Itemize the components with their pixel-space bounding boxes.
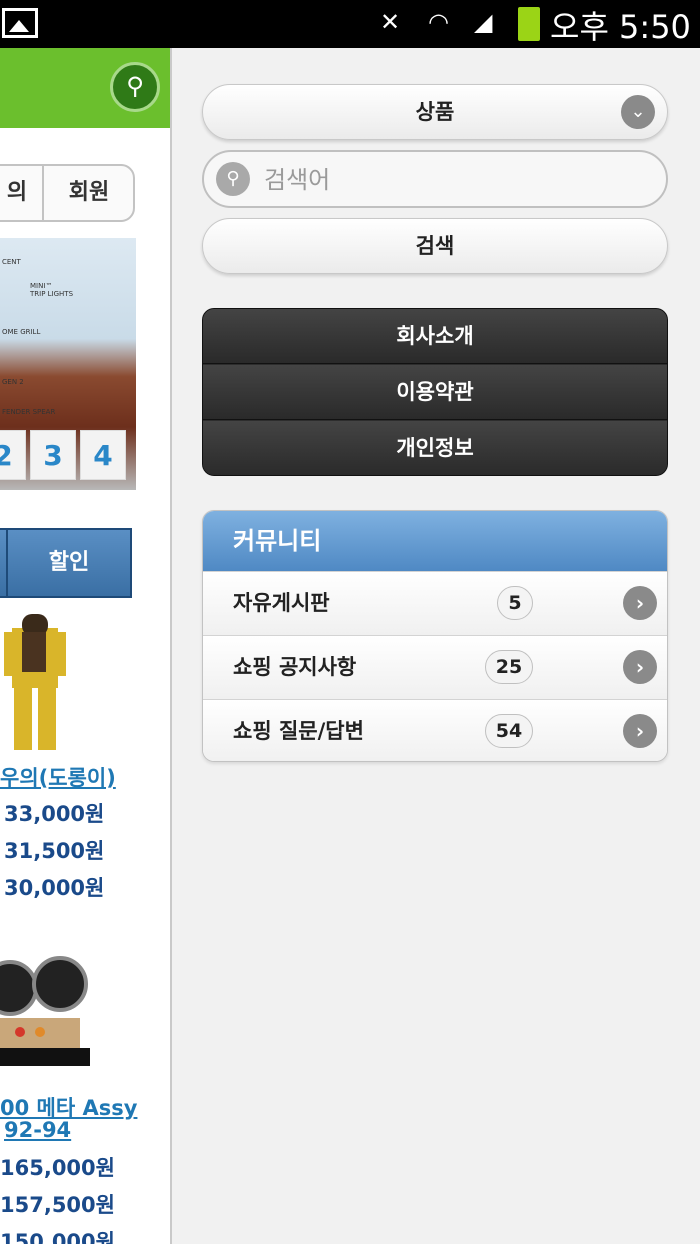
- mute-vibrate-icon: ✕: [380, 8, 401, 36]
- side-panel: 상품 ⌄ ⚲ 검색 회사소개 이용약관 개인정보 커뮤니티 자유게시판 5 › …: [172, 48, 700, 1244]
- search-field: ⚲: [202, 150, 668, 208]
- info-menu: 회사소개 이용약관 개인정보: [202, 308, 668, 476]
- product-image-raincoat[interactable]: [0, 608, 110, 758]
- community-item-label: 자유게시판: [233, 591, 330, 615]
- discount-button[interactable]: 할인: [6, 528, 132, 598]
- banner-text: MINI™: [30, 282, 53, 290]
- tab-member[interactable]: 회원: [44, 166, 134, 220]
- community-title: 커뮤니티: [203, 511, 667, 571]
- menu-item-privacy[interactable]: 개인정보: [203, 421, 667, 475]
- community-item-notice[interactable]: 쇼핑 공지사항 25 ›: [203, 635, 667, 699]
- product-link-line2[interactable]: 92-94: [4, 1118, 71, 1142]
- community-item-qna[interactable]: 쇼핑 질문/답변 54 ›: [203, 699, 667, 761]
- community-item-free-board[interactable]: 자유게시판 5 ›: [203, 571, 667, 635]
- chevron-right-icon: ›: [623, 586, 657, 620]
- wifi-icon: ◠: [428, 8, 449, 36]
- status-time: 오후 5:50: [550, 8, 691, 46]
- pager-button-2[interactable]: 2: [0, 430, 26, 480]
- status-bar: ✕ ◠ ◢ 오후 5:50: [0, 0, 700, 48]
- product-image-meter[interactable]: [0, 948, 100, 1078]
- category-select[interactable]: 상품 ⌄: [202, 84, 668, 140]
- product-price: 33,000원: [4, 802, 105, 826]
- pager-button-4[interactable]: 4: [80, 430, 126, 480]
- chevron-right-icon: ›: [623, 714, 657, 748]
- search-icon: ⚲: [216, 162, 250, 196]
- product-price: 30,000원: [4, 876, 105, 900]
- tab-partial[interactable]: 의: [0, 166, 44, 220]
- banner-text: FENDER SPEAR: [2, 408, 56, 416]
- banner-text: OME GRILL: [2, 328, 41, 336]
- search-button[interactable]: 검색: [202, 218, 668, 274]
- signal-icon: ◢: [474, 8, 493, 36]
- count-badge: 25: [485, 650, 533, 684]
- search-input[interactable]: [262, 158, 656, 202]
- banner-text: GEN 2: [2, 378, 24, 386]
- product-price: 150,000원: [0, 1230, 115, 1244]
- category-select-value: 상품: [415, 100, 455, 124]
- community-list: 커뮤니티 자유게시판 5 › 쇼핑 공지사항 25 › 쇼핑 질문/답변 54 …: [202, 510, 668, 762]
- pager-button-3[interactable]: 3: [30, 430, 76, 480]
- product-price: 31,500원: [4, 839, 105, 863]
- chevron-right-icon: ›: [623, 650, 657, 684]
- gallery-icon: [2, 8, 38, 38]
- product-price: 165,000원: [0, 1156, 115, 1180]
- count-badge: 54: [485, 714, 533, 748]
- header-search-button[interactable]: ⚲: [110, 62, 160, 112]
- product-price: 157,500원: [0, 1193, 115, 1217]
- category-button-row: 할인: [0, 528, 132, 598]
- community-item-label: 쇼핑 질문/답변: [233, 719, 364, 743]
- banner-text: CENT: [2, 258, 21, 266]
- top-tab-bar: 의 회원: [0, 164, 135, 222]
- background-page: ⚲ 의 회원 CENT MINI™ TRIP LIGHTS OME GRILL …: [0, 48, 172, 1244]
- search-icon: ⚲: [126, 72, 144, 100]
- product-link[interactable]: 우의(도롱이): [0, 762, 116, 792]
- menu-item-terms[interactable]: 이용약관: [203, 365, 667, 420]
- site-header: ⚲: [0, 48, 170, 128]
- count-badge: 5: [497, 586, 533, 620]
- banner-text: TRIP LIGHTS: [30, 290, 74, 298]
- menu-item-company[interactable]: 회사소개: [203, 309, 667, 364]
- community-item-label: 쇼핑 공지사항: [233, 655, 357, 679]
- battery-icon: [518, 7, 540, 41]
- chevron-down-icon: ⌄: [621, 95, 655, 129]
